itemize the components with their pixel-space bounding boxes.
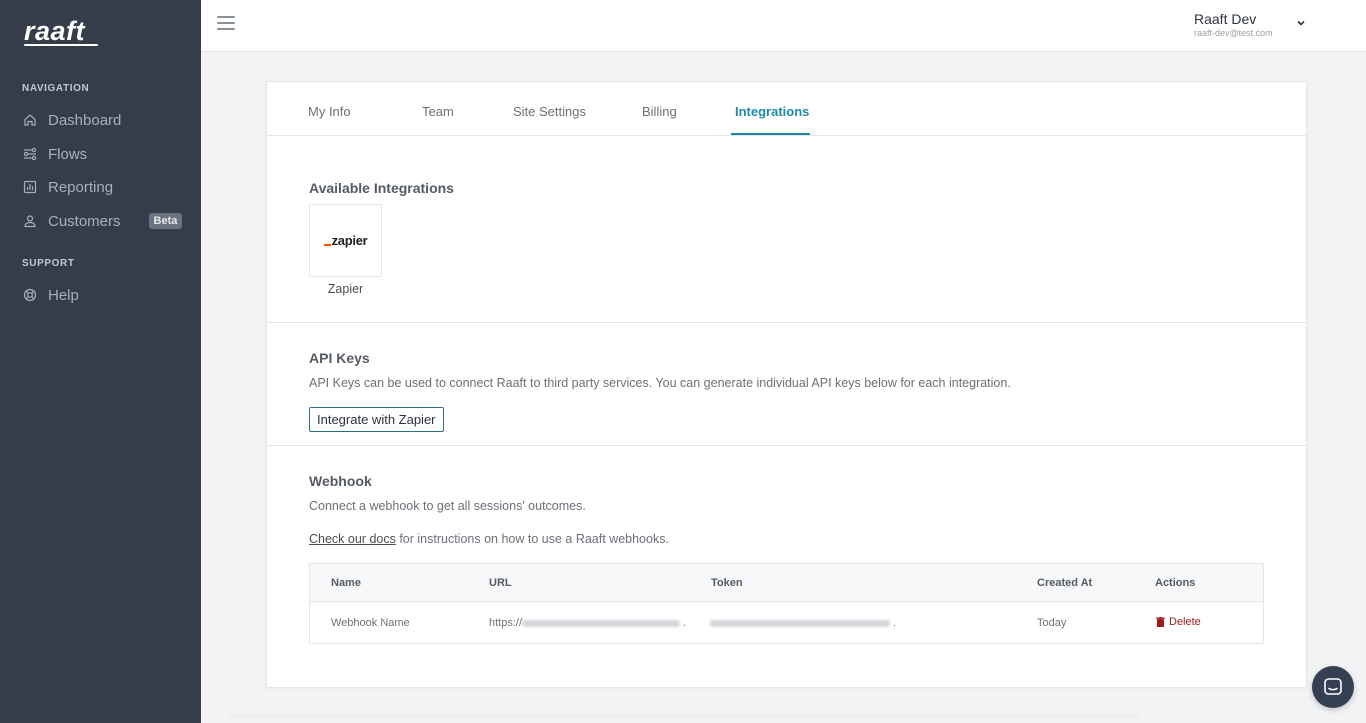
section-divider xyxy=(267,445,1306,446)
tab-integrations[interactable]: Integrations xyxy=(735,104,809,119)
delete-webhook-button[interactable]: Delete xyxy=(1156,616,1201,628)
tab-billing[interactable]: Billing xyxy=(642,104,677,119)
zapier-label: Zapier xyxy=(327,282,364,296)
webhook-table: Name URL Token Created At Actions Webhoo… xyxy=(309,563,1264,644)
webhook-created-cell: Today xyxy=(1037,617,1067,629)
webhook-title: Webhook xyxy=(309,473,372,489)
settings-tabs: My Info Team Site Settings Billing Integ… xyxy=(267,82,1306,136)
redacted-url xyxy=(522,619,681,627)
column-header-token: Token xyxy=(711,577,743,589)
api-keys-description: API Keys can be used to connect Raaft to… xyxy=(309,376,1011,390)
column-header-url: URL xyxy=(489,577,512,589)
user-name[interactable]: Raaft Dev xyxy=(1194,11,1256,27)
sidebar-item-label: Help xyxy=(48,286,79,304)
beta-badge: Beta xyxy=(148,213,183,229)
next-card-edge xyxy=(230,714,1140,723)
chat-icon xyxy=(1324,678,1342,695)
docs-suffix: for instructions on how to use a Raaft w… xyxy=(395,532,669,546)
top-bar: Raaft Dev raaft-dev@test.com xyxy=(201,0,1366,52)
nav-heading: NAVIGATION xyxy=(22,83,90,94)
webhook-token-cell: . xyxy=(710,617,896,629)
integrate-zapier-button[interactable]: Integrate with Zapier xyxy=(309,407,444,432)
zapier-logo: zapier xyxy=(323,233,368,248)
sidebar-item-customers[interactable]: Customers Beta xyxy=(22,209,183,233)
api-keys-title: API Keys xyxy=(309,350,370,366)
support-heading: SUPPORT xyxy=(22,258,75,269)
settings-card: My Info Team Site Settings Billing Integ… xyxy=(266,81,1307,688)
active-tab-indicator xyxy=(731,133,810,135)
webhook-docs-text: Check our docs for instructions on how t… xyxy=(309,532,669,546)
sidebar: raaft NAVIGATION Dashboard Flows Reporti… xyxy=(0,0,201,723)
sidebar-item-label: Dashboard xyxy=(48,111,122,129)
raaft-logo[interactable]: raaft xyxy=(24,16,85,47)
column-header-actions: Actions xyxy=(1155,577,1196,589)
chat-launcher-button[interactable] xyxy=(1312,666,1354,708)
column-header-name: Name xyxy=(331,577,361,589)
table-header: Name URL Token Created At Actions xyxy=(310,564,1263,602)
sidebar-item-label: Customers xyxy=(48,212,121,230)
menu-toggle-icon[interactable] xyxy=(217,16,235,32)
redacted-token xyxy=(710,619,890,627)
sidebar-item-label: Reporting xyxy=(48,178,114,196)
webhook-name-cell: Webhook Name xyxy=(331,617,410,629)
tab-team[interactable]: Team xyxy=(422,104,454,119)
docs-link[interactable]: Check our docs xyxy=(309,532,396,546)
user-email: raaft-dev@test.com xyxy=(1194,28,1273,38)
tab-my-info[interactable]: My Info xyxy=(308,104,351,119)
lifebuoy-icon xyxy=(22,287,38,303)
sidebar-item-help[interactable]: Help xyxy=(22,283,79,307)
logo-underline xyxy=(24,44,98,46)
trash-icon xyxy=(1156,617,1165,627)
home-icon xyxy=(22,112,38,128)
section-divider xyxy=(267,322,1306,323)
sidebar-item-flows[interactable]: Flows xyxy=(22,142,87,166)
sidebar-item-dashboard[interactable]: Dashboard xyxy=(22,108,121,132)
sidebar-item-reporting[interactable]: Reporting xyxy=(22,175,113,199)
webhook-url-cell: https:// . xyxy=(489,617,687,629)
available-integrations-title: Available Integrations xyxy=(309,180,454,196)
chart-icon xyxy=(22,179,38,195)
tab-site-settings[interactable]: Site Settings xyxy=(513,104,586,119)
sidebar-item-label: Flows xyxy=(48,145,88,163)
user-icon xyxy=(22,213,38,229)
webhook-description: Connect a webhook to get all sessions' o… xyxy=(309,499,586,513)
column-header-created-at: Created At xyxy=(1037,577,1093,589)
flows-icon xyxy=(22,146,38,162)
zapier-integration-tile[interactable]: zapier xyxy=(309,204,382,277)
chevron-down-icon[interactable] xyxy=(1295,17,1307,29)
